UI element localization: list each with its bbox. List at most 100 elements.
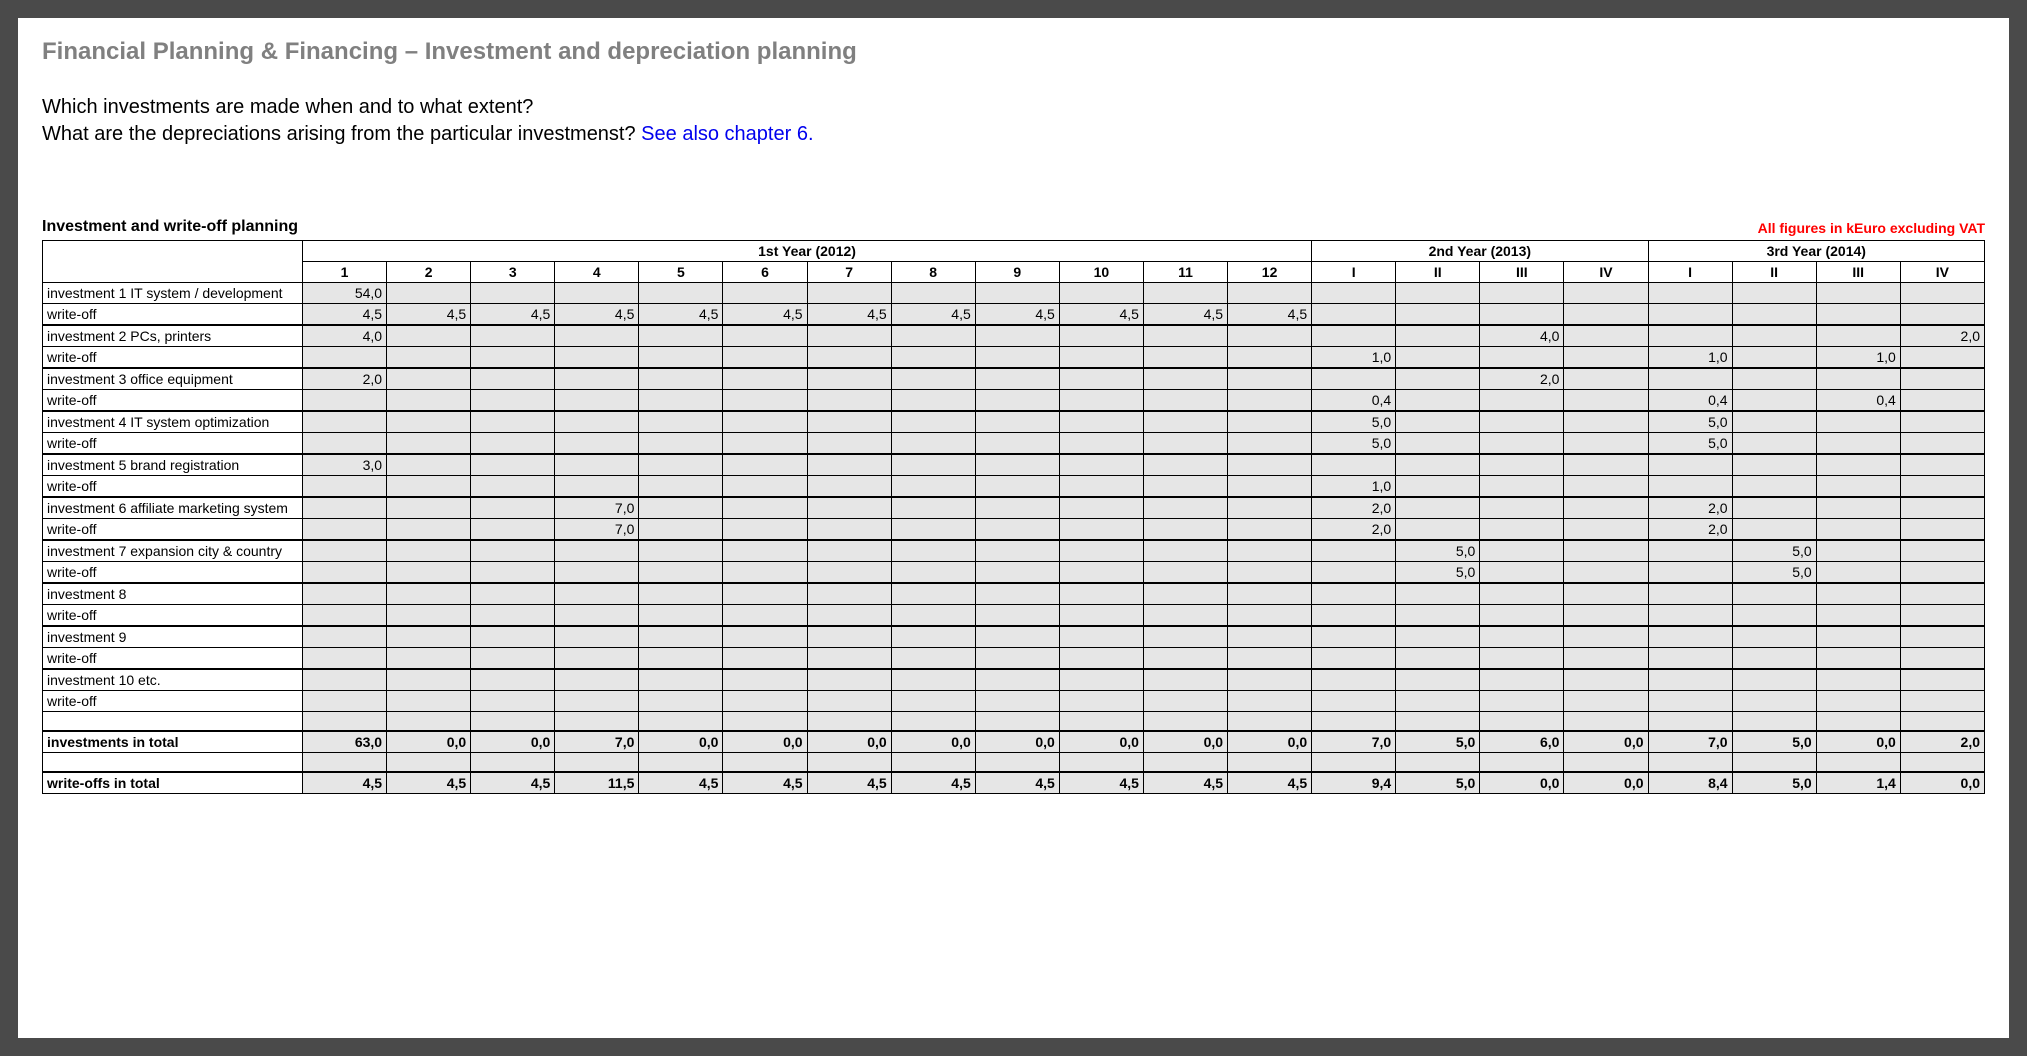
data-cell: [807, 540, 891, 562]
data-cell: 4,5: [807, 772, 891, 794]
data-cell: [1059, 454, 1143, 476]
data-cell: [1228, 626, 1312, 648]
chapter-link[interactable]: See also chapter 6.: [641, 123, 813, 145]
data-cell: [723, 605, 807, 627]
data-cell: [1480, 347, 1564, 369]
table-title: Investment and write-off planning: [42, 218, 298, 236]
data-cell: [1564, 605, 1648, 627]
data-cell: 0,0: [387, 731, 471, 753]
data-cell: [1396, 519, 1480, 541]
data-cell: [1059, 605, 1143, 627]
data-cell: [1396, 605, 1480, 627]
data-cell: [639, 368, 723, 390]
data-cell: [1396, 454, 1480, 476]
table-row: investment 6 affiliate marketing system7…: [43, 497, 1985, 519]
data-cell: [555, 691, 639, 712]
data-cell: [891, 605, 975, 627]
data-cell: [387, 648, 471, 670]
data-cell: [1228, 540, 1312, 562]
quarter-header: I: [1648, 262, 1732, 283]
month-header: 11: [1143, 262, 1227, 283]
data-cell: [303, 476, 387, 498]
data-cell: [1564, 562, 1648, 584]
data-cell: [807, 583, 891, 605]
data-cell: [723, 368, 807, 390]
data-cell: 4,5: [807, 304, 891, 326]
data-cell: [1816, 605, 1900, 627]
blank-cell: [1564, 753, 1648, 773]
data-cell: [1228, 433, 1312, 455]
row-label: investment 10 etc.: [43, 669, 303, 691]
data-cell: [1900, 497, 1984, 519]
row-label: investment 1 IT system / development: [43, 283, 303, 304]
table-row: investment 10 etc.: [43, 669, 1985, 691]
data-cell: 4,5: [1143, 772, 1227, 794]
data-cell: [639, 648, 723, 670]
data-cell: [1480, 390, 1564, 412]
data-cell: [1816, 691, 1900, 712]
row-label: write-off: [43, 519, 303, 541]
data-cell: [1480, 562, 1564, 584]
data-cell: [975, 368, 1059, 390]
data-cell: [1143, 433, 1227, 455]
data-cell: [1059, 476, 1143, 498]
data-cell: [1312, 626, 1396, 648]
data-cell: 0,4: [1816, 390, 1900, 412]
data-cell: 1,0: [1312, 476, 1396, 498]
data-cell: [1732, 476, 1816, 498]
data-cell: [555, 390, 639, 412]
data-cell: [1143, 390, 1227, 412]
data-cell: [1900, 691, 1984, 712]
data-cell: [1059, 390, 1143, 412]
blank-cell: [975, 712, 1059, 732]
data-cell: [1816, 304, 1900, 326]
data-cell: [1732, 626, 1816, 648]
data-cell: [1396, 368, 1480, 390]
data-cell: [1816, 540, 1900, 562]
data-cell: [723, 347, 807, 369]
row-label: write-off: [43, 347, 303, 369]
intro-text: Which investments are made when and to w…: [42, 94, 1985, 148]
data-cell: [555, 411, 639, 433]
data-cell: [1312, 454, 1396, 476]
data-cell: 5,0: [1396, 540, 1480, 562]
data-cell: [1648, 669, 1732, 691]
data-cell: [1480, 648, 1564, 670]
data-cell: 4,5: [471, 772, 555, 794]
data-cell: [1228, 390, 1312, 412]
blank-cell: [43, 753, 303, 773]
data-cell: [1396, 347, 1480, 369]
data-cell: [639, 669, 723, 691]
data-cell: 0,0: [891, 731, 975, 753]
month-header: 3: [471, 262, 555, 283]
data-cell: 4,5: [639, 304, 723, 326]
data-cell: [891, 648, 975, 670]
data-cell: [471, 325, 555, 347]
data-cell: [807, 325, 891, 347]
data-cell: [1564, 368, 1648, 390]
data-cell: [1564, 540, 1648, 562]
data-cell: [1816, 648, 1900, 670]
data-cell: [1059, 433, 1143, 455]
data-cell: [807, 605, 891, 627]
data-cell: [639, 390, 723, 412]
data-cell: [1059, 368, 1143, 390]
month-header: 1: [303, 262, 387, 283]
data-cell: [1480, 411, 1564, 433]
data-cell: [471, 605, 555, 627]
data-cell: 1,4: [1816, 772, 1900, 794]
data-cell: [1900, 347, 1984, 369]
data-cell: 54,0: [303, 283, 387, 304]
data-cell: [387, 540, 471, 562]
table-row: write-off1,01,01,0: [43, 347, 1985, 369]
data-cell: [1059, 648, 1143, 670]
data-cell: 5,0: [1732, 562, 1816, 584]
data-cell: [1143, 283, 1227, 304]
data-cell: [1396, 626, 1480, 648]
data-cell: [555, 433, 639, 455]
data-cell: [1564, 519, 1648, 541]
data-cell: [723, 583, 807, 605]
blank-cell: [639, 712, 723, 732]
month-header: 6: [723, 262, 807, 283]
data-cell: 4,5: [639, 772, 723, 794]
